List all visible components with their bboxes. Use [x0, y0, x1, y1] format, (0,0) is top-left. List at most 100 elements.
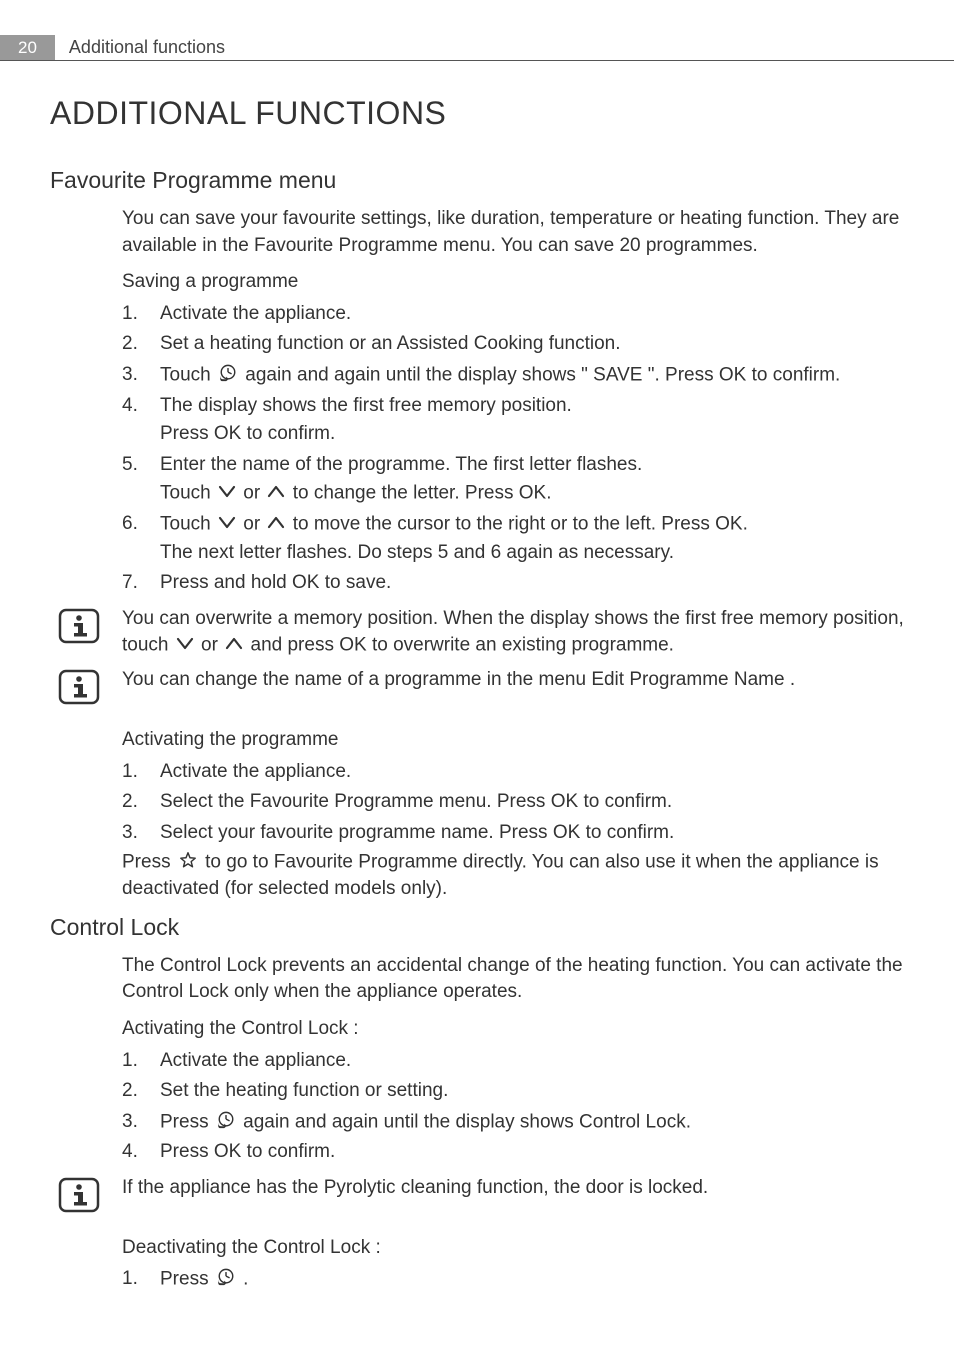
text-fragment: Enter the name of the programme. The fir… — [160, 454, 642, 475]
list-item: 1. Press . — [122, 1265, 904, 1294]
page-content: ADDITIONAL FUNCTIONS Favourite Programme… — [0, 61, 954, 1326]
hand-clock-icon — [218, 361, 238, 390]
text-fragment: or — [238, 513, 265, 534]
step-number: 4. — [122, 1138, 160, 1167]
step-number: 2. — [122, 330, 160, 359]
ok-label: OK — [339, 634, 366, 655]
ok-label: OK — [715, 513, 742, 534]
text-fragment: to confirm. — [241, 423, 335, 444]
list-item: 2. Set the heating function or setting. — [122, 1077, 904, 1106]
info-icon — [58, 1177, 100, 1213]
list-item: 2. Set a heating function or an Assisted… — [122, 330, 904, 359]
list-item: 1. Activate the appliance. — [122, 300, 904, 329]
list-item: 3. Touch again and again until the displ… — [122, 361, 904, 390]
press-star-paragraph: Press to go to Favourite Programme direc… — [122, 849, 904, 903]
text-fragment: The display shows the first free memory … — [160, 395, 572, 416]
text-fragment: Touch — [160, 513, 216, 534]
ok-label: OK — [719, 364, 746, 385]
step-text: Activate the appliance. — [160, 300, 904, 329]
text-fragment: or — [238, 482, 265, 503]
step-text: Set a heating function or an Assisted Co… — [160, 330, 904, 359]
ok-label: OK — [553, 822, 580, 843]
ok-label: OK — [519, 482, 546, 503]
section-heading-favourite: Favourite Programme menu — [50, 164, 904, 196]
step-number: 2. — [122, 1077, 160, 1106]
text-fragment: Press — [160, 1269, 214, 1290]
text-fragment: or — [196, 634, 223, 655]
list-item: 6. Touch or to move the cursor to the ri… — [122, 510, 904, 567]
step-text: Press OK to confirm. — [160, 1138, 904, 1167]
info-text: If the appliance has the Pyrolytic clean… — [122, 1175, 904, 1202]
text-fragment: to confirm. — [580, 822, 674, 843]
step-text: Select your favourite programme name. Pr… — [160, 819, 904, 848]
text-fragment: again and again until the display shows … — [240, 364, 719, 385]
up-arrow-icon — [225, 632, 243, 659]
step-text: Press and hold OK to save. — [160, 569, 904, 598]
text-fragment: to overwrite an existing programme. — [367, 634, 674, 655]
activating-subheading: Activating the programme — [122, 727, 904, 754]
info-icon — [58, 669, 100, 705]
ok-label: OK — [551, 791, 578, 812]
step-number: 3. — [122, 819, 160, 848]
text-fragment: . — [238, 1269, 249, 1290]
step-number: 3. — [122, 361, 160, 390]
activating-lock-subheading: Activating the Control Lock : — [122, 1016, 904, 1043]
text-fragment: to confirm. — [241, 1141, 335, 1162]
step-number: 2. — [122, 788, 160, 817]
text-fragment: to change the letter. Press — [287, 482, 518, 503]
ok-label: OK — [214, 1141, 241, 1162]
hand-clock-icon — [216, 1265, 236, 1294]
main-heading: ADDITIONAL FUNCTIONS — [50, 91, 904, 136]
text-fragment: Press — [160, 423, 214, 444]
step-text: Select the Favourite Programme menu. Pre… — [160, 788, 904, 817]
lock-deactivating-steps-list: 1. Press . — [122, 1265, 904, 1294]
up-arrow-icon — [267, 479, 285, 508]
step-number: 3. — [122, 1108, 160, 1137]
step-text: The display shows the first free memory … — [160, 392, 904, 449]
text-fragment: to save. — [319, 572, 391, 593]
step-number: 1. — [122, 758, 160, 787]
text-fragment: The next letter flashes. Do steps 5 and … — [160, 542, 674, 563]
text-fragment: to confirm. — [746, 364, 840, 385]
down-arrow-icon — [218, 510, 236, 539]
text-fragment: to go to Favourite Programme directly. Y… — [122, 851, 879, 899]
text-fragment: . — [743, 513, 748, 534]
text-fragment: again and again until the display shows … — [238, 1111, 691, 1132]
step-number: 7. — [122, 569, 160, 598]
step-number: 1. — [122, 300, 160, 329]
text-fragment: to move the cursor to the right or to th… — [287, 513, 715, 534]
deactivating-lock-subheading: Deactivating the Control Lock : — [122, 1235, 904, 1262]
down-arrow-icon — [176, 632, 194, 659]
page-number: 20 — [0, 35, 55, 60]
saving-subheading: Saving a programme — [122, 269, 904, 296]
list-item: 5. Enter the name of the programme. The … — [122, 451, 904, 508]
control-lock-intro: The Control Lock prevents an accidental … — [122, 953, 904, 1006]
text-fragment: Press and hold — [160, 572, 292, 593]
step-text: Press again and again until the display … — [160, 1108, 904, 1137]
text-fragment: Touch — [160, 364, 216, 385]
step-text: Set the heating function or setting. — [160, 1077, 904, 1106]
info-text: You can change the name of a programme i… — [122, 667, 904, 694]
header-section-title: Additional functions — [55, 35, 239, 60]
list-item: 2. Select the Favourite Programme menu. … — [122, 788, 904, 817]
list-item: 3. Select your favourite programme name.… — [122, 819, 904, 848]
step-text: Touch again and again until the display … — [160, 361, 904, 390]
text-fragment: Touch — [160, 482, 216, 503]
text-fragment: . — [546, 482, 551, 503]
step-text: Enter the name of the programme. The fir… — [160, 451, 904, 508]
info-note: You can change the name of a programme i… — [50, 667, 904, 705]
lock-activating-steps-list: 1. Activate the appliance. 2. Set the he… — [122, 1047, 904, 1167]
info-note: You can overwrite a memory position. Whe… — [50, 606, 904, 660]
text-fragment: Select the Favourite Programme menu. Pre… — [160, 791, 551, 812]
section-heading-control-lock: Control Lock — [50, 911, 904, 943]
header-bar: 20 Additional functions — [0, 35, 954, 61]
list-item: 1. Activate the appliance. — [122, 1047, 904, 1076]
info-text: You can overwrite a memory position. Whe… — [122, 606, 904, 660]
step-number: 4. — [122, 392, 160, 421]
step-number: 1. — [122, 1047, 160, 1076]
text-fragment: Select your favourite programme name. Pr… — [160, 822, 553, 843]
intro-paragraph: You can save your favourite settings, li… — [122, 206, 904, 259]
down-arrow-icon — [218, 479, 236, 508]
saving-steps-list: 1. Activate the appliance. 2. Set a heat… — [122, 300, 904, 598]
text-fragment: Press — [160, 1141, 214, 1162]
